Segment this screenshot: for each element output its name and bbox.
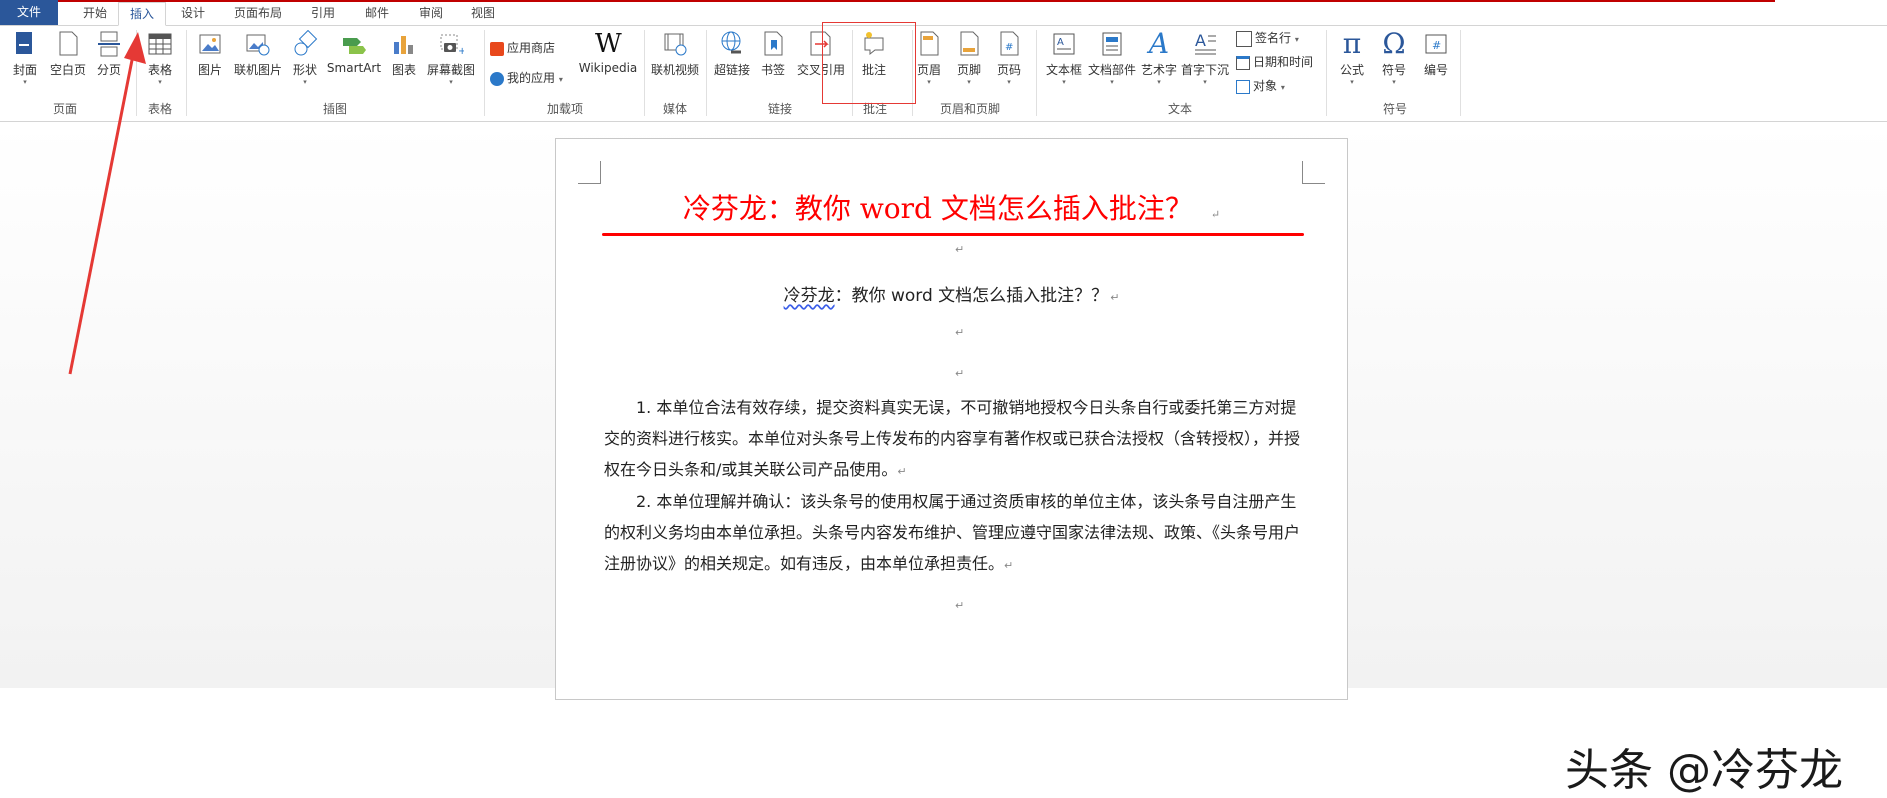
svg-text:#: # [1432, 39, 1441, 52]
paragraph-mark: ↵ [955, 367, 965, 380]
tab-review[interactable]: 审阅 [408, 2, 454, 24]
wikipedia-icon: W [595, 29, 622, 59]
svg-text:A: A [1195, 31, 1206, 50]
online-video-icon [664, 33, 687, 56]
shapes-button[interactable]: 形状 ▾ [290, 30, 320, 86]
watermark: 头条 @冷芬龙 [1565, 745, 1843, 796]
document-page[interactable]: 冷芬龙：教你 word 文档怎么插入批注？ ↵ ↵ 冷芬龙：教你 word 文档怎… [555, 138, 1348, 700]
numbering-button[interactable]: # 编号 [1418, 30, 1454, 78]
textbox-icon: A [1053, 33, 1075, 55]
header-button[interactable]: 页眉 ▾ [914, 30, 944, 86]
page-number-icon: # [1000, 31, 1019, 56]
my-apps-button[interactable]: 我的应用 ▾ [490, 68, 563, 88]
margin-corner-mark [578, 161, 601, 184]
date-time-button[interactable]: 日期和时间 [1236, 52, 1313, 72]
tab-references[interactable]: 引用 [300, 2, 346, 24]
online-picture-icon [246, 34, 270, 56]
calendar-icon [1236, 55, 1250, 70]
group-label-symbols: 符号 [1382, 102, 1407, 116]
picture-icon [199, 34, 221, 54]
group-label-illustrations: 插图 [322, 102, 347, 116]
annotation-highlight-box [822, 22, 916, 104]
separator [1460, 30, 1461, 116]
quick-parts-icon [1102, 32, 1122, 56]
group-label-media: 媒体 [662, 102, 687, 116]
quick-parts-button[interactable]: 文档部件 ▾ [1088, 30, 1136, 86]
group-label-header-footer: 页眉和页脚 [939, 102, 1000, 116]
wordart-button[interactable]: A 艺术字 ▾ [1140, 27, 1178, 87]
document-canvas[interactable]: 冷芬龙：教你 word 文档怎么插入批注？ ↵ ↵ 冷芬龙：教你 word 文档怎… [0, 32, 1887, 796]
screenshot-button[interactable]: + 屏幕截图 ▾ [424, 30, 478, 86]
document-title[interactable]: 冷芬龙：教你 word 文档怎么插入批注？ ↵ [556, 187, 1347, 227]
group-label-links: 链接 [767, 102, 792, 116]
smartart-icon [343, 38, 366, 54]
numbering-icon: # [1425, 34, 1447, 54]
paragraph-2[interactable]: 2. 本单位理解并确认：该头条号的使用权属于通过资质审核的单位主体，该头条号自注… [604, 486, 1304, 581]
signature-line-icon [1236, 30, 1252, 47]
online-video-button[interactable]: 联机视频 [650, 30, 700, 78]
ribbon-tab-bar: 文件 开始 插入 设计 页面布局 引用 邮件 审阅 视图 [0, 0, 1887, 26]
paragraph-mark: ↵ [955, 599, 965, 612]
equation-button[interactable]: π 公式 ▾ [1334, 27, 1370, 87]
shapes-icon [294, 30, 318, 56]
bar-chart-icon [394, 36, 413, 54]
footer-button[interactable]: 页脚 ▾ [954, 30, 984, 86]
group-label-text: 文本 [1167, 102, 1192, 116]
my-apps-icon [490, 71, 504, 86]
smartart-button[interactable]: SmartArt [326, 30, 382, 75]
svg-text:+: + [458, 46, 464, 57]
svg-text:#: # [1005, 42, 1013, 53]
separator [484, 30, 485, 116]
hyperlink-button[interactable]: 超链接 [712, 30, 752, 78]
bookmark-button[interactable]: 书签 [758, 30, 788, 78]
object-button[interactable]: 对象 ▾ [1236, 76, 1285, 96]
margin-corner-mark [1302, 161, 1325, 184]
hyperlink-icon [721, 31, 741, 54]
separator [706, 30, 707, 116]
online-picture-button[interactable]: 联机图片 [232, 30, 284, 78]
object-icon [1236, 79, 1250, 94]
symbol-button[interactable]: Ω 符号 ▾ [1376, 27, 1412, 87]
bookmark-icon [764, 31, 783, 56]
footer-icon [960, 31, 979, 56]
annotation-arrow [68, 32, 146, 375]
wordart-icon: A [1148, 27, 1170, 60]
paragraph-mark: ↵ [955, 326, 965, 339]
drop-cap-icon: A [1195, 31, 1216, 55]
screenshot-icon: + [440, 34, 464, 57]
separator [1326, 30, 1327, 116]
chart-button[interactable]: 图表 [388, 30, 420, 78]
store-icon [490, 41, 504, 56]
group-label-addins: 加载项 [546, 102, 583, 116]
header-icon [920, 31, 939, 56]
separator [1036, 30, 1037, 116]
page-number-button[interactable]: # 页码 ▾ [994, 30, 1024, 86]
drop-cap-button[interactable]: A 首字下沉 ▾ [1180, 30, 1230, 86]
separator [644, 30, 645, 116]
title-red-underline [602, 233, 1304, 236]
store-button[interactable]: 应用商店 [490, 38, 555, 58]
paragraph-mark: ↵ [955, 243, 965, 256]
wikipedia-button[interactable]: W Wikipedia [578, 30, 638, 75]
svg-text:A: A [1057, 37, 1064, 48]
document-subtitle[interactable]: 冷芬龙：教你 word 文档怎么插入批注？？ ↵ [556, 281, 1347, 306]
tab-layout[interactable]: 页面布局 [228, 2, 288, 24]
signature-line-button[interactable]: 签名行 ▾ [1236, 28, 1299, 48]
ribbon-insert: 封面 ▾ 空白页 分页 页面 表格 ▾ 表格 图片 联机图片 形状 ▾ SmartAr… [0, 22, 1887, 122]
tab-mailings[interactable]: 邮件 [354, 2, 400, 24]
tab-view[interactable]: 视图 [460, 2, 506, 24]
paragraph-1[interactable]: 1. 本单位合法有效存续，提交资料真实无误，不可撤销地授权今日头条自行或委托第三… [604, 392, 1304, 487]
textbox-button[interactable]: A 文本框 ▾ [1044, 30, 1084, 86]
pi-icon: π [1342, 27, 1362, 60]
omega-icon: Ω [1382, 27, 1406, 60]
